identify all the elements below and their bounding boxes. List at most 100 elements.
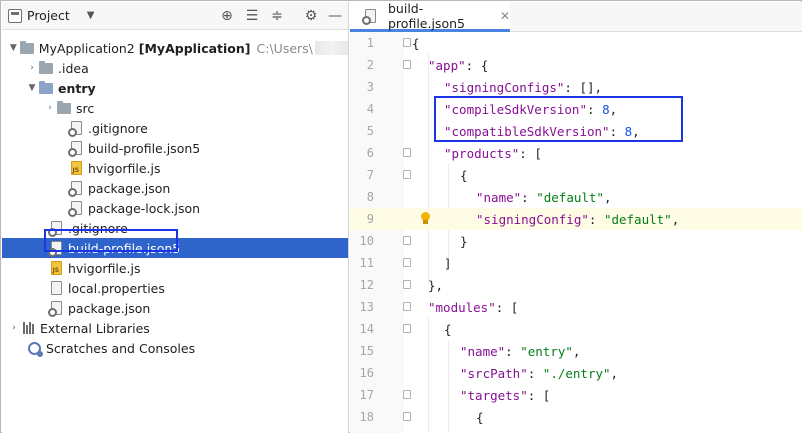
tree-item-build-profile[interactable]: build-profile.json5	[2, 138, 348, 158]
folder-icon	[38, 60, 54, 76]
json-key: "signingConfigs"	[444, 79, 565, 95]
line-number: 12	[359, 278, 374, 292]
fold-marker-icon[interactable]	[403, 280, 411, 289]
gear-icon[interactable]: ⚙	[302, 7, 320, 25]
code-text: :	[527, 365, 543, 381]
expand-arrow-icon[interactable]: ▼	[8, 43, 19, 53]
project-view-selector[interactable]: Project ▼	[8, 8, 94, 23]
tree-item-label: src	[76, 100, 95, 116]
config-file-icon	[67, 120, 84, 137]
tree-item-entry[interactable]: ▼ entry	[2, 78, 348, 98]
project-panel: Project ▼ ⊕ ☰ ≑ ⚙ — ▼ MyApplication2 [My…	[2, 2, 349, 433]
json-key: "targets"	[460, 387, 528, 403]
code-line: 12},	[350, 274, 802, 296]
collapse-all-icon[interactable]: ≑	[268, 7, 286, 25]
line-number: 15	[359, 344, 374, 358]
tree-item-external-libraries[interactable]: › External Libraries	[2, 318, 348, 338]
code-editor[interactable]: 1{ 2 "app": { 3 "signingConfigs": [], 4 "co…	[350, 32, 802, 433]
tree-item-label: local.properties	[68, 280, 165, 296]
expand-arrow-icon[interactable]: ▼	[26, 83, 38, 93]
line-number: 8	[366, 190, 374, 204]
code-text: {	[476, 409, 484, 425]
minus-icon[interactable]: —	[326, 7, 344, 25]
expand-all-icon[interactable]: ☰	[243, 7, 261, 25]
config-file-icon	[361, 8, 378, 25]
code-line: 3 "signingConfigs": [],	[350, 76, 802, 98]
line-number: 7	[366, 168, 374, 182]
json-string: "entry"	[520, 343, 573, 359]
code-text: ,	[603, 189, 612, 205]
tree-item-package-json[interactable]: package.json	[2, 178, 348, 198]
lightbulb-icon[interactable]	[420, 212, 431, 225]
fold-marker-icon[interactable]	[403, 390, 411, 399]
tree-item-label: package-lock.json	[88, 200, 201, 216]
code-text: :	[588, 211, 604, 227]
fold-marker-icon[interactable]	[403, 412, 411, 421]
tree-item-label: External Libraries	[40, 320, 150, 336]
tree-item-label: .idea	[58, 60, 89, 76]
expand-arrow-icon[interactable]: ›	[26, 63, 38, 73]
json-key: "modules"	[428, 299, 496, 315]
code-text: : {	[465, 57, 489, 73]
scratches-icon	[26, 340, 43, 357]
tree-item-root[interactable]: ▼ MyApplication2 [MyApplication] C:\User…	[2, 38, 348, 58]
project-panel-icon	[8, 8, 22, 23]
tree-item-label: Scratches and Consoles	[46, 340, 196, 356]
code-line-current: 9 "signingConfig": "default",	[350, 208, 802, 230]
editor-tab-bar: build-profile.json5 ✕	[350, 0, 802, 32]
chevron-down-icon: ▼	[86, 10, 95, 21]
json-key: "app"	[428, 57, 466, 73]
highlight-box	[434, 96, 683, 142]
code-text: : [	[495, 299, 519, 315]
fold-marker-icon[interactable]	[403, 302, 411, 311]
folder-icon	[19, 40, 35, 56]
line-number: 2	[366, 58, 374, 72]
code-line: 11]	[350, 252, 802, 274]
line-number: 5	[366, 124, 374, 138]
json-key: "name"	[476, 189, 522, 205]
line-number: 14	[359, 322, 374, 336]
tree-item-scratches[interactable]: Scratches and Consoles	[2, 338, 348, 358]
tree-item-label: package.json	[68, 300, 151, 316]
expand-arrow-icon[interactable]: ›	[44, 103, 56, 113]
code-line: 14 {	[350, 318, 802, 340]
code-text: :	[521, 189, 537, 205]
tree-item-hvigorfile[interactable]: hvigorfile.js	[2, 158, 348, 178]
code-line: 15 "name": "entry",	[350, 340, 802, 362]
close-icon[interactable]: ✕	[500, 9, 510, 23]
tab-build-profile[interactable]: build-profile.json5 ✕	[350, 0, 510, 32]
line-number: 16	[359, 366, 374, 380]
fold-marker-icon[interactable]	[403, 60, 411, 69]
fold-marker-icon[interactable]	[403, 170, 411, 179]
tree-item-package-lock[interactable]: package-lock.json	[2, 198, 348, 218]
line-number: 6	[366, 146, 374, 160]
code-line: 17 "targets": [	[350, 384, 802, 406]
json-string: "default"	[536, 189, 604, 205]
config-file-icon	[67, 140, 84, 157]
expand-arrow-icon[interactable]: ›	[8, 323, 20, 333]
fold-marker-icon[interactable]	[403, 324, 411, 333]
config-file-icon	[67, 200, 84, 217]
project-path: C:\Users\	[256, 40, 313, 56]
crosshair-icon[interactable]: ⊕	[218, 7, 236, 25]
code-line: 16 "srcPath": "./entry",	[350, 362, 802, 384]
config-file-icon	[67, 180, 84, 197]
tree-item-src[interactable]: › src	[2, 98, 348, 118]
tree-item-gitignore[interactable]: .gitignore	[2, 118, 348, 138]
fold-marker-icon[interactable]	[403, 236, 411, 245]
fold-marker-icon[interactable]	[403, 258, 411, 267]
code-line: 13 "modules": [	[350, 296, 802, 318]
code-line: 18 {	[350, 406, 802, 428]
tree-item-local-properties[interactable]: local.properties	[2, 278, 348, 298]
fold-marker-icon[interactable]	[403, 148, 411, 157]
tree-item-package-json[interactable]: package.json	[2, 298, 348, 318]
tree-item-hvigorfile[interactable]: hvigorfile.js	[2, 258, 348, 278]
line-number: 10	[359, 234, 374, 248]
ide-window: Project ▼ ⊕ ☰ ≑ ⚙ — ▼ MyApplication2 [My…	[0, 0, 802, 433]
properties-file-icon	[48, 280, 64, 296]
tab-label: build-profile.json5	[388, 0, 465, 31]
code-text: :	[505, 343, 521, 359]
js-file-icon	[48, 260, 64, 276]
tree-item-idea[interactable]: › .idea	[2, 58, 348, 78]
fold-marker-icon[interactable]	[403, 38, 411, 47]
